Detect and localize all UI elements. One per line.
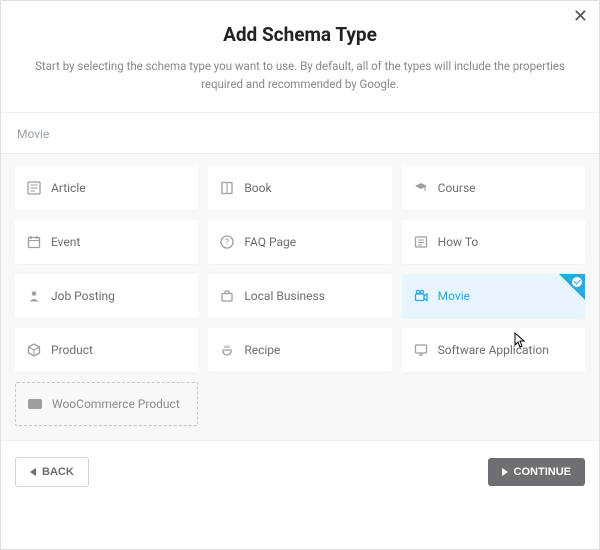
schema-grid: Article Book Course Event? FAQ Page How To Job… <box>15 166 585 426</box>
schema-card-course[interactable]: Course <box>402 166 585 210</box>
movie-icon <box>414 289 428 303</box>
schema-card-label: Job Posting <box>51 289 115 303</box>
schema-card-event[interactable]: Event <box>15 220 198 264</box>
software-icon <box>414 343 428 357</box>
product-icon <box>27 343 41 357</box>
schema-card-label: Local Business <box>244 289 325 303</box>
schema-grid-wrap: Article Book Course Event? FAQ Page How To Job… <box>1 154 599 440</box>
svg-text:?: ? <box>225 238 229 248</box>
event-icon <box>27 235 41 249</box>
howto-icon <box>414 235 428 249</box>
schema-card-job-posting[interactable]: Job Posting <box>15 274 198 318</box>
schema-card-article[interactable]: Article <box>15 166 198 210</box>
back-button-label: BACK <box>42 466 74 478</box>
close-icon[interactable]: ✕ <box>569 4 592 30</box>
continue-button[interactable]: CONTINUE <box>488 458 585 486</box>
schema-card-movie[interactable]: Movie <box>402 274 585 318</box>
modal-footer: BACK CONTINUE <box>1 441 599 503</box>
schema-card-faq-page[interactable]: ? FAQ Page <box>208 220 391 264</box>
schema-card-label: Recipe <box>244 343 280 357</box>
schema-card-product[interactable]: Product <box>15 328 198 372</box>
course-icon <box>414 181 428 195</box>
schema-card-label: Software Application <box>438 343 549 357</box>
add-schema-modal: ✕ Add Schema Type Start by selecting the… <box>0 0 600 550</box>
schema-card-how-to[interactable]: How To <box>402 220 585 264</box>
search-value[interactable]: Movie <box>1 113 599 153</box>
page-title: Add Schema Type <box>35 23 565 46</box>
arrow-right-icon <box>502 468 508 476</box>
schema-card-label: FAQ Page <box>244 235 296 249</box>
schema-card-woocommerce-product[interactable]: WooCommerce Product <box>15 382 198 426</box>
schema-card-software-application[interactable]: Software Application <box>402 328 585 372</box>
book-icon <box>220 181 234 195</box>
page-subtitle: Start by selecting the schema type you w… <box>35 58 565 94</box>
schema-card-local-business[interactable]: Local Business <box>208 274 391 318</box>
schema-card-label: Course <box>438 181 476 195</box>
continue-button-label: CONTINUE <box>514 466 571 478</box>
check-icon <box>572 277 582 287</box>
business-icon <box>220 289 234 303</box>
modal-header: Add Schema Type Start by selecting the s… <box>1 1 599 112</box>
schema-card-label: Book <box>244 181 271 195</box>
schema-card-label: Event <box>51 235 80 249</box>
back-button[interactable]: BACK <box>15 457 89 487</box>
job-icon <box>27 289 41 303</box>
schema-card-label: Product <box>51 343 93 357</box>
schema-card-label: How To <box>438 235 479 249</box>
schema-card-book[interactable]: Book <box>208 166 391 210</box>
schema-card-recipe[interactable]: Recipe <box>208 328 391 372</box>
schema-card-label: Article <box>51 181 86 195</box>
faq-icon: ? <box>220 235 234 249</box>
article-icon <box>27 181 41 195</box>
schema-card-label: Movie <box>438 289 470 303</box>
schema-card-label: WooCommerce Product <box>52 397 180 411</box>
recipe-icon <box>220 343 234 357</box>
selected-corner <box>559 274 585 300</box>
woo-icon <box>28 397 42 411</box>
arrow-left-icon <box>30 468 36 476</box>
